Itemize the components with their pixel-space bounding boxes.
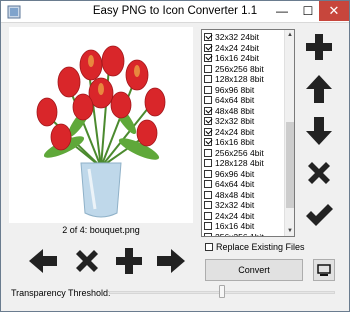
icon-size-label: 16x16 4bit [215,221,255,231]
icon-size-label: 16x16 8bit [215,137,255,147]
transparency-threshold-label: Transparency Threshold: [11,288,111,298]
icon-size-item[interactable]: 256x256 1bit [204,231,284,237]
icon-size-item[interactable]: 96x96 4bit [204,169,284,180]
icon-size-checkbox[interactable] [204,138,212,146]
replace-existing-checkbox[interactable]: Replace Existing Files [205,242,305,252]
icon-size-label: 24x24 24bit [215,42,259,53]
icon-size-checkbox[interactable] [204,33,212,41]
close-x-icon[interactable] [71,245,103,277]
icon-size-label: 32x32 4bit [215,200,255,210]
list-scrollbar[interactable]: ▲ ▼ [284,30,294,236]
icon-size-checkbox[interactable] [204,232,212,236]
icon-size-item[interactable]: 64x64 4bit [204,179,284,190]
icon-size-label: 24x24 4bit [215,210,255,221]
icon-size-checkbox[interactable] [204,64,212,73]
icon-size-checkbox[interactable] [204,54,212,62]
move-up-arrow-icon[interactable] [303,73,335,105]
icon-size-label: 32x32 8bit [215,116,255,126]
icon-size-checkbox[interactable] [204,43,212,52]
icon-size-item[interactable]: 24x24 4bit [204,211,284,222]
icon-size-item[interactable]: 128x128 8bit [204,74,284,85]
icon-size-label: 96x96 4bit [215,168,255,179]
icon-size-label: 64x64 8bit [215,95,255,105]
maximize-button[interactable]: ☐ [295,1,321,21]
add-size-plus-icon[interactable] [303,31,335,63]
icon-size-item[interactable]: 64x64 8bit [204,95,284,106]
icon-size-label: 16x16 24bit [215,53,259,63]
scrollbar-thumb[interactable] [286,122,294,208]
icon-size-item[interactable]: 16x16 8bit [204,137,284,148]
icon-size-item[interactable]: 48x48 8bit [204,106,284,117]
remove-size-x-icon[interactable] [303,157,335,189]
icon-size-label: 24x24 8bit [215,126,255,137]
icon-size-item[interactable]: 96x96 8bit [204,85,284,96]
icon-size-label: 128x128 4bit [215,158,264,168]
icon-size-checkbox[interactable] [204,96,212,104]
convert-button[interactable]: Convert [205,259,303,281]
app-window: Easy PNG to Icon Converter 1.1 — ☐ ✕ 2 o… [0,0,350,312]
icon-size-label: 64x64 4bit [215,179,255,189]
icon-size-checkbox[interactable] [204,117,212,125]
icon-size-checkbox[interactable] [204,75,212,83]
icon-size-item[interactable]: 256x256 4bit [204,148,284,159]
checkbox-box[interactable] [205,243,213,251]
icon-size-label: 128x128 8bit [215,74,264,84]
icon-size-label: 32x32 24bit [215,32,259,42]
icon-size-checkbox[interactable] [204,159,212,167]
replace-existing-label: Replace Existing Files [216,242,305,252]
icon-size-item[interactable]: 48x48 4bit [204,190,284,201]
icon-size-label: 48x48 8bit [215,105,255,116]
image-preview [9,27,193,223]
icon-size-item[interactable]: 16x16 24bit [204,53,284,64]
icon-size-item[interactable]: 256x256 8bit [204,64,284,75]
icon-size-item[interactable]: 32x32 8bit [204,116,284,127]
icon-size-label: 256x256 1bit [215,231,264,237]
icon-size-checkbox[interactable] [204,180,212,188]
icon-size-label: 256x256 4bit [215,147,264,158]
icon-size-item[interactable]: 32x32 4bit [204,200,284,211]
icon-size-checkbox[interactable] [204,85,212,94]
icon-size-checkbox[interactable] [204,222,212,230]
icon-size-item[interactable]: 24x24 24bit [204,43,284,54]
output-folder-button[interactable] [313,259,335,281]
scroll-down-arrow-icon[interactable]: ▼ [285,226,294,236]
icon-size-checkbox[interactable] [204,148,212,157]
icon-size-checkbox[interactable] [204,169,212,178]
arrow-left-icon[interactable] [27,245,59,277]
title-bar[interactable]: Easy PNG to Icon Converter 1.1 — ☐ ✕ [1,1,349,23]
icon-size-item[interactable]: 32x32 24bit [204,32,284,43]
icon-size-item[interactable]: 16x16 4bit [204,221,284,232]
monitor-icon [317,264,331,276]
move-down-arrow-icon[interactable] [303,115,335,147]
image-caption: 2 of 4: bouquet.png [62,225,140,235]
icon-size-list[interactable]: 32x32 24bit 24x24 24bit 16x16 24bit 256x256… [201,29,295,237]
arrow-right-icon[interactable] [155,245,187,277]
close-button[interactable]: ✕ [319,1,349,21]
icon-size-checkbox[interactable] [204,106,212,115]
checkmark-icon[interactable] [303,199,335,231]
slider-thumb[interactable] [219,285,225,298]
plus-icon[interactable] [113,245,145,277]
scroll-up-arrow-icon[interactable]: ▲ [285,30,294,40]
minimize-button[interactable]: — [269,1,295,21]
icon-size-checkbox[interactable] [204,201,212,209]
icon-size-label: 256x256 8bit [215,63,264,74]
icon-size-item[interactable]: 128x128 4bit [204,158,284,169]
transparency-threshold-slider[interactable] [109,285,335,299]
icon-size-checkbox[interactable] [204,127,212,136]
icon-size-checkbox[interactable] [204,211,212,220]
icon-size-label: 96x96 8bit [215,84,255,95]
icon-size-item[interactable]: 24x24 8bit [204,127,284,138]
icon-size-label: 48x48 4bit [215,189,255,200]
bouquet-image [36,45,166,218]
icon-size-checkbox[interactable] [204,190,212,199]
